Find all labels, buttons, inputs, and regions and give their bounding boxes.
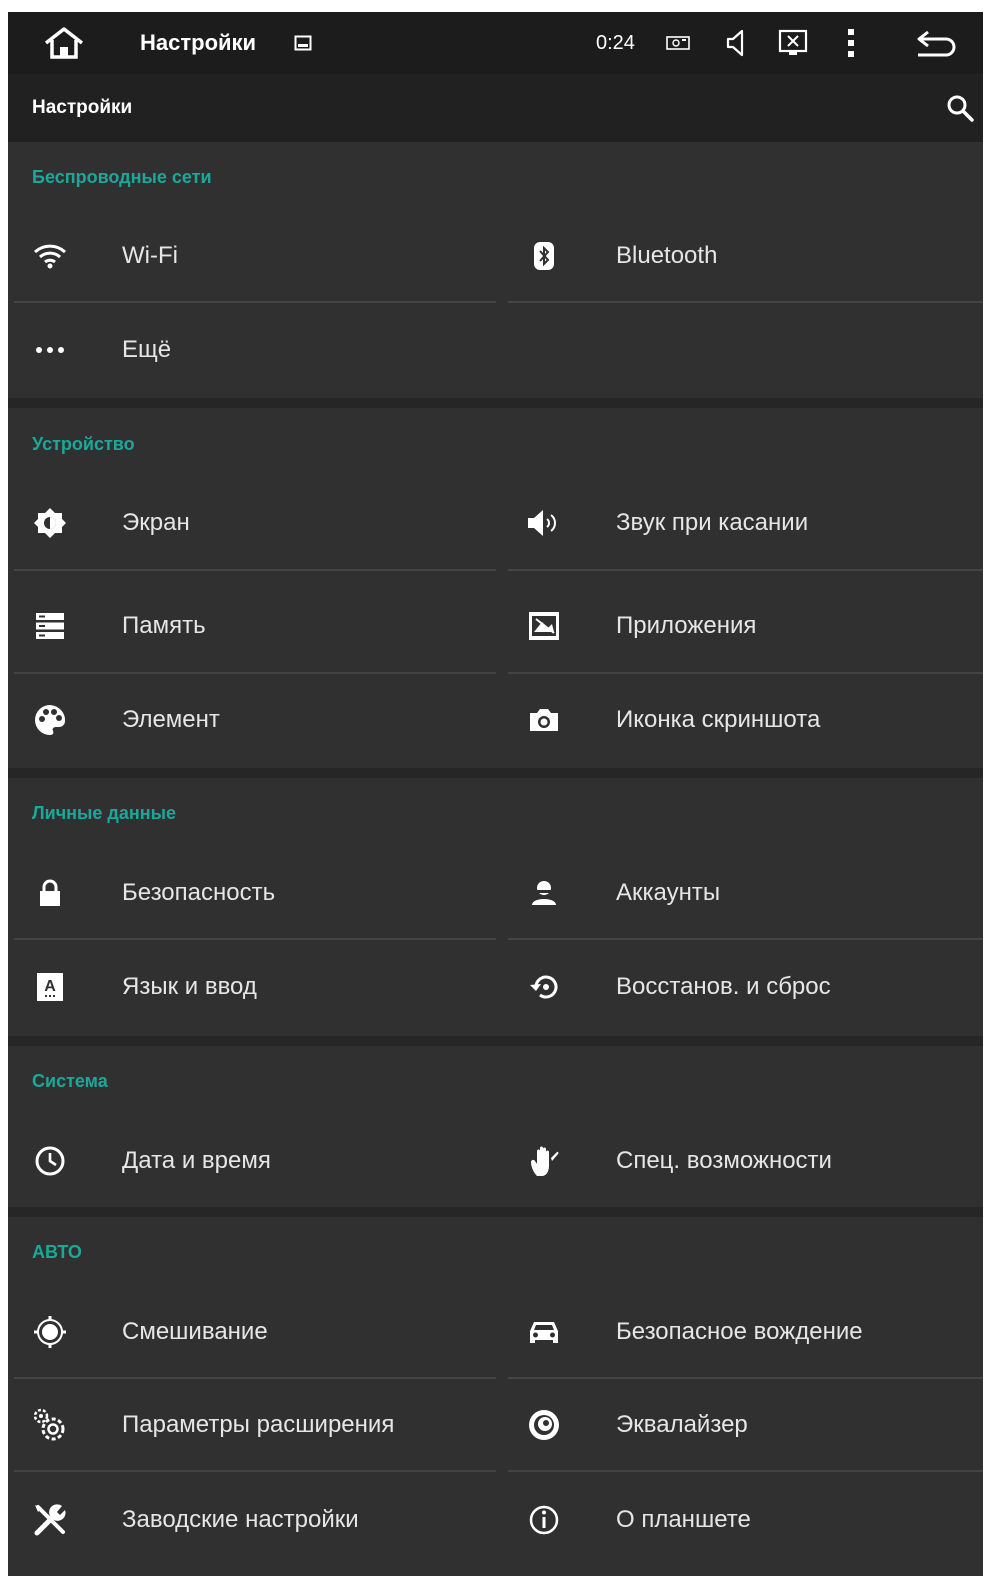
settings-item-touch-sound[interactable]: Звук при касании — [502, 477, 983, 569]
info-icon — [524, 1500, 564, 1540]
settings-item-date-time[interactable]: Дата и время — [8, 1115, 498, 1207]
sound-icon — [524, 503, 564, 543]
status-bar: Настройки 0:24 — [8, 12, 983, 74]
settings-item-label: Иконка скриншота — [616, 706, 821, 733]
divider — [508, 1470, 983, 1472]
settings-item-label: Безопасное вождение — [616, 1318, 863, 1345]
settings-item-label: Безопасность — [122, 879, 276, 906]
back-icon[interactable] — [914, 12, 960, 74]
settings-item-accessibility[interactable]: Спец. возможности — [502, 1115, 983, 1207]
settings-item-label: Заводские настройки — [122, 1506, 359, 1533]
settings-item-label: Память — [122, 612, 206, 639]
settings-item-label: Восстанов. и сброс — [616, 973, 831, 1000]
settings-item-apps[interactable]: Приложения — [502, 580, 983, 672]
settings-item-label: О планшете — [616, 1506, 751, 1533]
camera-icon — [524, 700, 564, 740]
settings-item-language[interactable]: A Язык и ввод — [8, 941, 498, 1033]
language-icon: A — [30, 967, 70, 1007]
settings-item-extension-settings[interactable]: Параметры расширения — [8, 1379, 498, 1471]
settings-screen: Настройки 0:24 Настройки Беспроводные се… — [8, 12, 983, 1576]
section-header-device: Устройство — [32, 433, 135, 454]
wifi-icon — [30, 236, 70, 276]
palette-icon — [30, 700, 70, 740]
divider — [508, 938, 983, 940]
close-screen-icon[interactable] — [778, 12, 808, 74]
section-header-personal: Личные данные — [32, 802, 176, 823]
apps-icon — [524, 606, 564, 646]
account-icon — [524, 873, 564, 913]
mix-icon — [30, 1312, 70, 1352]
bluetooth-icon — [524, 236, 564, 276]
settings-item-label: Дата и время — [122, 1147, 271, 1174]
settings-item-label: Приложения — [616, 612, 757, 639]
divider — [14, 1470, 496, 1472]
settings-item-factory-settings[interactable]: Заводские настройки — [8, 1474, 498, 1566]
divider — [508, 569, 983, 571]
search-icon[interactable] — [945, 93, 975, 123]
settings-item-screenshot-icon[interactable]: Иконка скриншота — [502, 674, 983, 766]
settings-item-element[interactable]: Элемент — [8, 674, 498, 766]
car-icon — [524, 1312, 564, 1352]
settings-item-label: Ещё — [122, 336, 172, 363]
lock-icon — [30, 873, 70, 913]
divider — [14, 569, 496, 571]
clock-icon — [30, 1141, 70, 1181]
divider — [14, 301, 496, 303]
volume-icon[interactable] — [724, 12, 748, 74]
settings-item-more[interactable]: Ещё — [8, 304, 498, 396]
settings-item-mixing[interactable]: Смешивание — [8, 1286, 498, 1378]
settings-item-label: Эквалайзер — [616, 1411, 748, 1438]
settings-item-wifi[interactable]: Wi-Fi — [8, 210, 498, 302]
screenshot-icon[interactable] — [666, 12, 690, 74]
status-title: Настройки — [140, 30, 257, 55]
settings-item-label: Аккаунты — [616, 879, 721, 906]
settings-item-label: Смешивание — [122, 1318, 268, 1345]
restore-icon — [524, 967, 564, 1007]
home-icon[interactable] — [42, 12, 86, 74]
section-gap — [8, 768, 983, 778]
section-gap — [8, 398, 983, 408]
extension-settings-icon — [30, 1405, 70, 1445]
action-bar: Настройки — [8, 74, 983, 142]
section-gap — [8, 1036, 983, 1046]
settings-item-bluetooth[interactable]: Bluetooth — [502, 210, 983, 302]
section-header-auto: АВТО — [32, 1241, 82, 1262]
settings-item-label: Bluetooth — [616, 242, 718, 269]
image-icon — [294, 12, 312, 74]
svg-text:A: A — [44, 978, 56, 995]
divider — [508, 301, 983, 303]
settings-item-label: Язык и ввод — [122, 973, 257, 1000]
hand-icon — [524, 1141, 564, 1181]
storage-icon — [30, 606, 70, 646]
divider — [14, 938, 496, 940]
settings-item-label: Элемент — [122, 706, 220, 733]
settings-item-label: Wi-Fi — [122, 242, 178, 269]
settings-item-memory[interactable]: Память — [8, 580, 498, 672]
settings-item-label: Параметры расширения — [122, 1411, 395, 1438]
settings-item-accounts[interactable]: Аккаунты — [502, 847, 983, 939]
settings-item-label: Спец. возможности — [616, 1147, 832, 1174]
brightness-icon — [30, 503, 70, 543]
settings-item-equalizer[interactable]: Эквалайзер — [502, 1379, 983, 1471]
section-header-system: Система — [32, 1070, 108, 1091]
overflow-menu-icon[interactable] — [846, 12, 856, 74]
more-icon — [30, 330, 70, 370]
settings-item-label: Звук при касании — [616, 509, 809, 536]
page-title: Настройки — [32, 97, 133, 118]
settings-item-security[interactable]: Безопасность — [8, 847, 498, 939]
settings-item-backup-reset[interactable]: Восстанов. и сброс — [502, 941, 983, 1033]
tools-icon — [30, 1500, 70, 1540]
clock-text: 0:24 — [596, 31, 635, 54]
settings-item-about-tablet[interactable]: О планшете — [502, 1474, 983, 1566]
equalizer-icon — [524, 1405, 564, 1445]
section-gap — [8, 1207, 983, 1217]
settings-item-screen[interactable]: Экран — [8, 477, 498, 569]
settings-item-label: Экран — [122, 509, 190, 536]
section-header-wireless: Беспроводные сети — [32, 166, 212, 187]
settings-item-safe-driving[interactable]: Безопасное вождение — [502, 1286, 983, 1378]
